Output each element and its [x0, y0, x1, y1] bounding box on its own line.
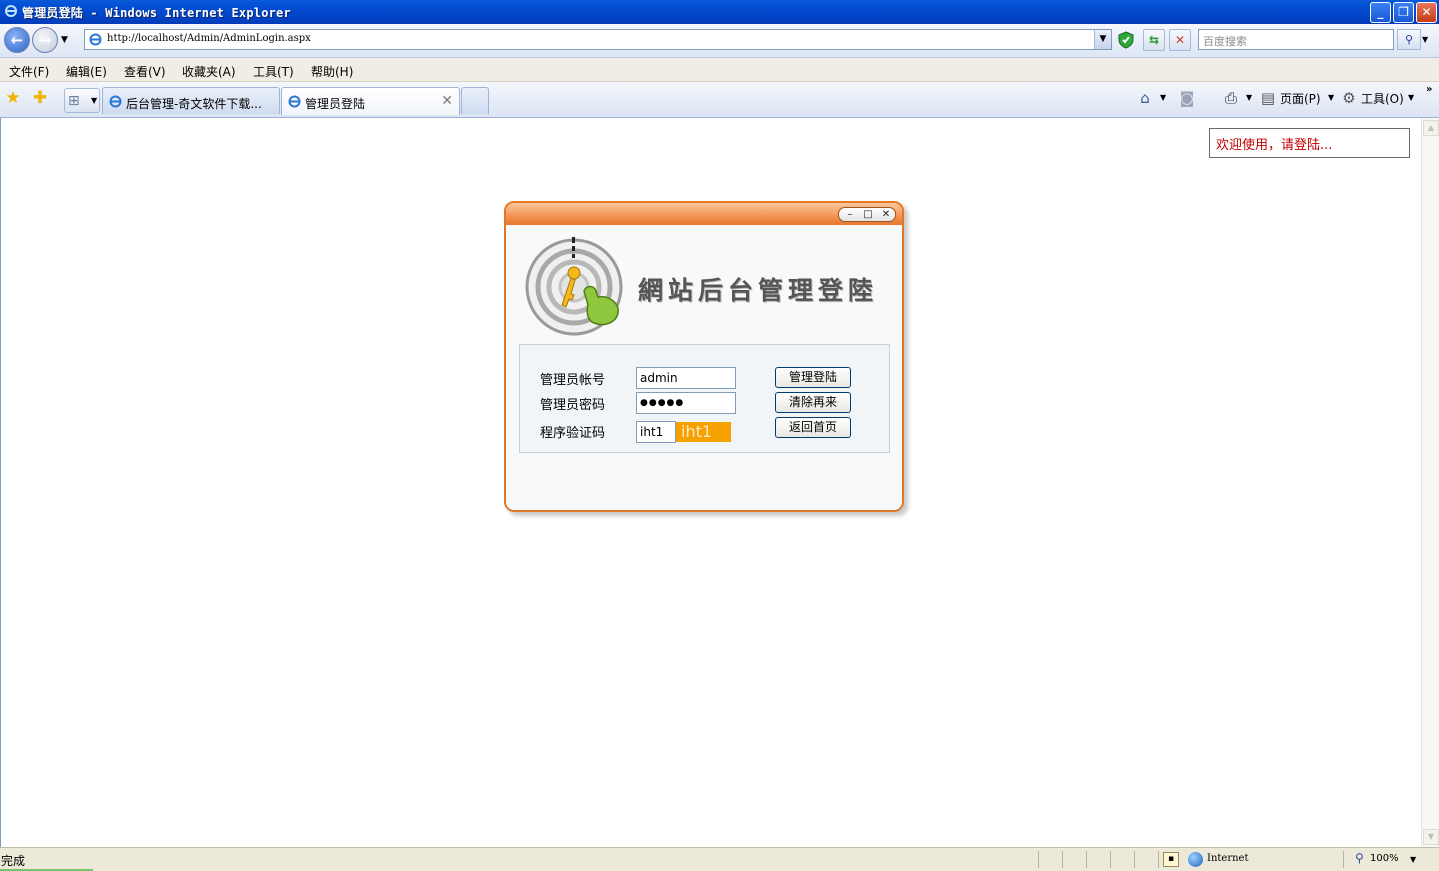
- window-title: 管理员登陆 - Windows Internet Explorer: [22, 6, 291, 20]
- add-favorite-icon[interactable]: ✚: [31, 89, 49, 107]
- status-separator: [1134, 851, 1135, 868]
- search-input[interactable]: 百度搜索: [1198, 29, 1394, 50]
- search-options-dropdown-icon[interactable]: ▼: [1422, 35, 1428, 44]
- quick-tabs-button[interactable]: ⊞ ▼: [64, 88, 100, 113]
- login-window-header: – □ ✕: [506, 203, 902, 225]
- menu-favorites[interactable]: 收藏夹(A): [182, 63, 236, 80]
- protected-mode-icon[interactable]: ▪: [1163, 852, 1179, 867]
- menu-bar: 文件(F) 编辑(E) 查看(V) 收藏夹(A) 工具(T) 帮助(H): [0, 58, 1439, 82]
- new-tab-button[interactable]: [461, 87, 489, 114]
- close-tab-icon[interactable]: ✕: [441, 93, 453, 109]
- stop-button[interactable]: ✕: [1169, 29, 1191, 51]
- zoom-dropdown-icon[interactable]: ▼: [1410, 855, 1416, 864]
- password-input[interactable]: ●●●●●: [636, 392, 736, 414]
- menu-edit[interactable]: 编辑(E): [66, 63, 107, 80]
- chevron-right-icon[interactable]: »: [1426, 84, 1432, 95]
- tab-ie-icon: [288, 95, 301, 108]
- address-dropdown-icon[interactable]: ▼: [1094, 30, 1111, 49]
- tools-menu[interactable]: 工具(O): [1361, 90, 1404, 107]
- quick-tabs-grid-icon: ⊞: [68, 93, 80, 109]
- zoom-level[interactable]: 100%: [1370, 853, 1399, 864]
- login-window: – □ ✕ 網站后台管理登陸 管理员帐号 admin 管理员密码 ●●●●● 程…: [504, 201, 904, 512]
- ie-icon: [5, 5, 17, 17]
- password-label: 管理员密码: [540, 398, 606, 413]
- print-dropdown-icon[interactable]: ▼: [1246, 93, 1252, 102]
- internet-zone-icon: [1188, 852, 1203, 867]
- menu-tools[interactable]: 工具(T): [253, 63, 294, 80]
- address-url[interactable]: http://localhost/Admin/AdminLogin.aspx: [107, 33, 311, 44]
- favorites-star-icon[interactable]: ★: [4, 89, 22, 107]
- status-bar: 完成 ▪ Internet ⚲ 100% ▼: [0, 847, 1439, 871]
- maximize-button[interactable]: ❐: [1393, 2, 1414, 23]
- tab-label: 管理员登陆: [305, 97, 366, 111]
- close-window-button[interactable]: ✕: [1416, 2, 1437, 23]
- security-zone[interactable]: Internet: [1207, 853, 1248, 864]
- back-home-button[interactable]: 返回首页: [775, 417, 851, 438]
- print-icon[interactable]: ⎙: [1222, 89, 1240, 107]
- tools-dropdown-icon[interactable]: ▼: [1408, 93, 1414, 102]
- account-label: 管理员帐号: [540, 373, 606, 388]
- account-input[interactable]: admin: [636, 367, 736, 389]
- search-button[interactable]: ⚲: [1397, 29, 1421, 50]
- tab-ie-icon: [109, 95, 122, 108]
- security-shield-icon[interactable]: [1117, 31, 1135, 49]
- minimize-button[interactable]: _: [1370, 2, 1391, 23]
- search-icon: ⚲: [1404, 33, 1414, 46]
- menu-view[interactable]: 查看(V): [124, 63, 166, 80]
- status-text: 完成: [1, 854, 26, 868]
- title-bar: 管理员登陆 - Windows Internet Explorer _ ❐ ✕: [0, 0, 1439, 24]
- menu-file[interactable]: 文件(F): [9, 63, 49, 80]
- forward-button[interactable]: →: [32, 27, 58, 53]
- status-separator: [1110, 851, 1111, 868]
- history-dropdown-icon[interactable]: ▼: [61, 35, 68, 45]
- status-separator: [1343, 851, 1344, 868]
- page-icon: ▤: [1260, 89, 1276, 107]
- home-dropdown-icon[interactable]: ▼: [1160, 93, 1166, 102]
- captcha-input[interactable]: iht1: [636, 421, 676, 443]
- page-ie-icon: [89, 33, 102, 46]
- address-toolbar: ← → ▼ http://localhost/Admin/AdminLogin.…: [0, 24, 1439, 58]
- feeds-icon[interactable]: ◙: [1178, 89, 1196, 107]
- home-icon[interactable]: ⌂: [1136, 89, 1154, 107]
- page-dropdown-icon[interactable]: ▼: [1328, 93, 1334, 102]
- zoom-icon[interactable]: ⚲: [1355, 851, 1364, 865]
- login-maximize-icon: □: [863, 209, 873, 220]
- clear-button[interactable]: 清除再来: [775, 392, 851, 413]
- captcha-image[interactable]: iht1: [676, 422, 731, 442]
- captcha-label: 程序验证码: [540, 426, 606, 441]
- login-button[interactable]: 管理登陆: [775, 367, 851, 388]
- status-separator: [1158, 851, 1159, 868]
- status-separator: [1062, 851, 1063, 868]
- page-content: 欢迎使用，请登陆... – □ ✕ 網站后台管理登陸 管理员帐号 admin 管…: [0, 118, 1421, 847]
- menu-help[interactable]: 帮助(H): [311, 63, 353, 80]
- tab-list-dropdown-icon[interactable]: ▼: [91, 96, 97, 105]
- search-placeholder: 百度搜索: [1203, 35, 1247, 48]
- welcome-message: 欢迎使用，请登陆...: [1209, 128, 1410, 158]
- ie-window: 管理员登陆 - Windows Internet Explorer _ ❐ ✕ …: [0, 0, 1439, 871]
- vertical-scrollbar[interactable]: ▲ ▼: [1421, 118, 1439, 847]
- back-button[interactable]: ←: [4, 27, 30, 53]
- login-minimize-icon: –: [847, 209, 853, 220]
- scroll-down-icon[interactable]: ▼: [1423, 829, 1439, 845]
- arrow-right-icon: →: [38, 31, 52, 49]
- tab-bar: ★ ✚ ⊞ ▼ 后台管理-奇文软件下载... 管理员登陆 ✕ ⌂ ▼ ◙ ⎙ ▼…: [0, 82, 1439, 118]
- gear-icon: ⚙: [1342, 89, 1356, 107]
- page-menu[interactable]: 页面(P): [1280, 90, 1321, 107]
- refresh-button[interactable]: ⇆: [1143, 29, 1165, 51]
- status-separator: [1086, 851, 1087, 868]
- login-title: 網站后台管理登陸: [638, 276, 879, 305]
- tab-label: 后台管理-奇文软件下载...: [126, 97, 262, 111]
- arrow-left-icon: ←: [10, 31, 24, 49]
- login-close-icon: ✕: [881, 209, 891, 220]
- login-window-controls: – □ ✕: [838, 207, 896, 222]
- address-field[interactable]: http://localhost/Admin/AdminLogin.aspx ▼: [84, 29, 1112, 50]
- login-form: 管理员帐号 admin 管理员密码 ●●●●● 程序验证码 iht1 iht1 …: [519, 344, 890, 453]
- tab-admin-home[interactable]: 后台管理-奇文软件下载...: [102, 87, 280, 114]
- scroll-up-icon[interactable]: ▲: [1423, 120, 1439, 136]
- tab-admin-login[interactable]: 管理员登陆 ✕: [281, 87, 460, 115]
- keys-logo-icon: [525, 237, 623, 336]
- status-separator: [1038, 851, 1039, 868]
